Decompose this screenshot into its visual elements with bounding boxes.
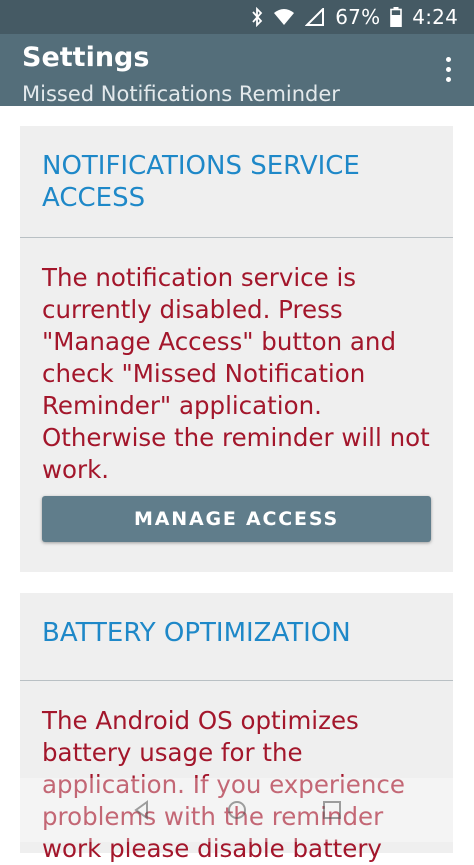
signal-icon [305, 8, 325, 26]
wifi-icon [273, 8, 295, 26]
navigation-bar [0, 778, 474, 842]
manage-access-button[interactable]: MANAGE ACCESS [42, 496, 431, 542]
app-title: Settings [22, 42, 150, 73]
more-vert-icon[interactable] [436, 54, 460, 84]
status-bar: 67% 4:24 [0, 0, 474, 34]
status-icons: 67% 4:24 [251, 5, 458, 29]
clock: 4:24 [412, 5, 458, 29]
notification-service-message: The notification service is currently di… [42, 263, 430, 484]
bluetooth-icon [251, 7, 263, 27]
battery-icon [390, 7, 403, 27]
battery-optimization-header: BATTERY OPTIMIZATION [42, 618, 351, 648]
home-icon[interactable] [226, 799, 248, 821]
notification-service-header: NOTIFICATIONS SERVICE ACCESS [42, 151, 360, 213]
recents-icon[interactable] [321, 799, 343, 821]
app-subtitle: Missed Notifications Reminder [22, 82, 340, 106]
app-bar: Settings Missed Notifications Reminder [0, 34, 474, 106]
back-icon[interactable] [131, 799, 153, 821]
notification-service-card: NOTIFICATIONS SERVICE ACCESS The notific… [20, 126, 453, 572]
battery-percent: 67% [335, 5, 381, 29]
